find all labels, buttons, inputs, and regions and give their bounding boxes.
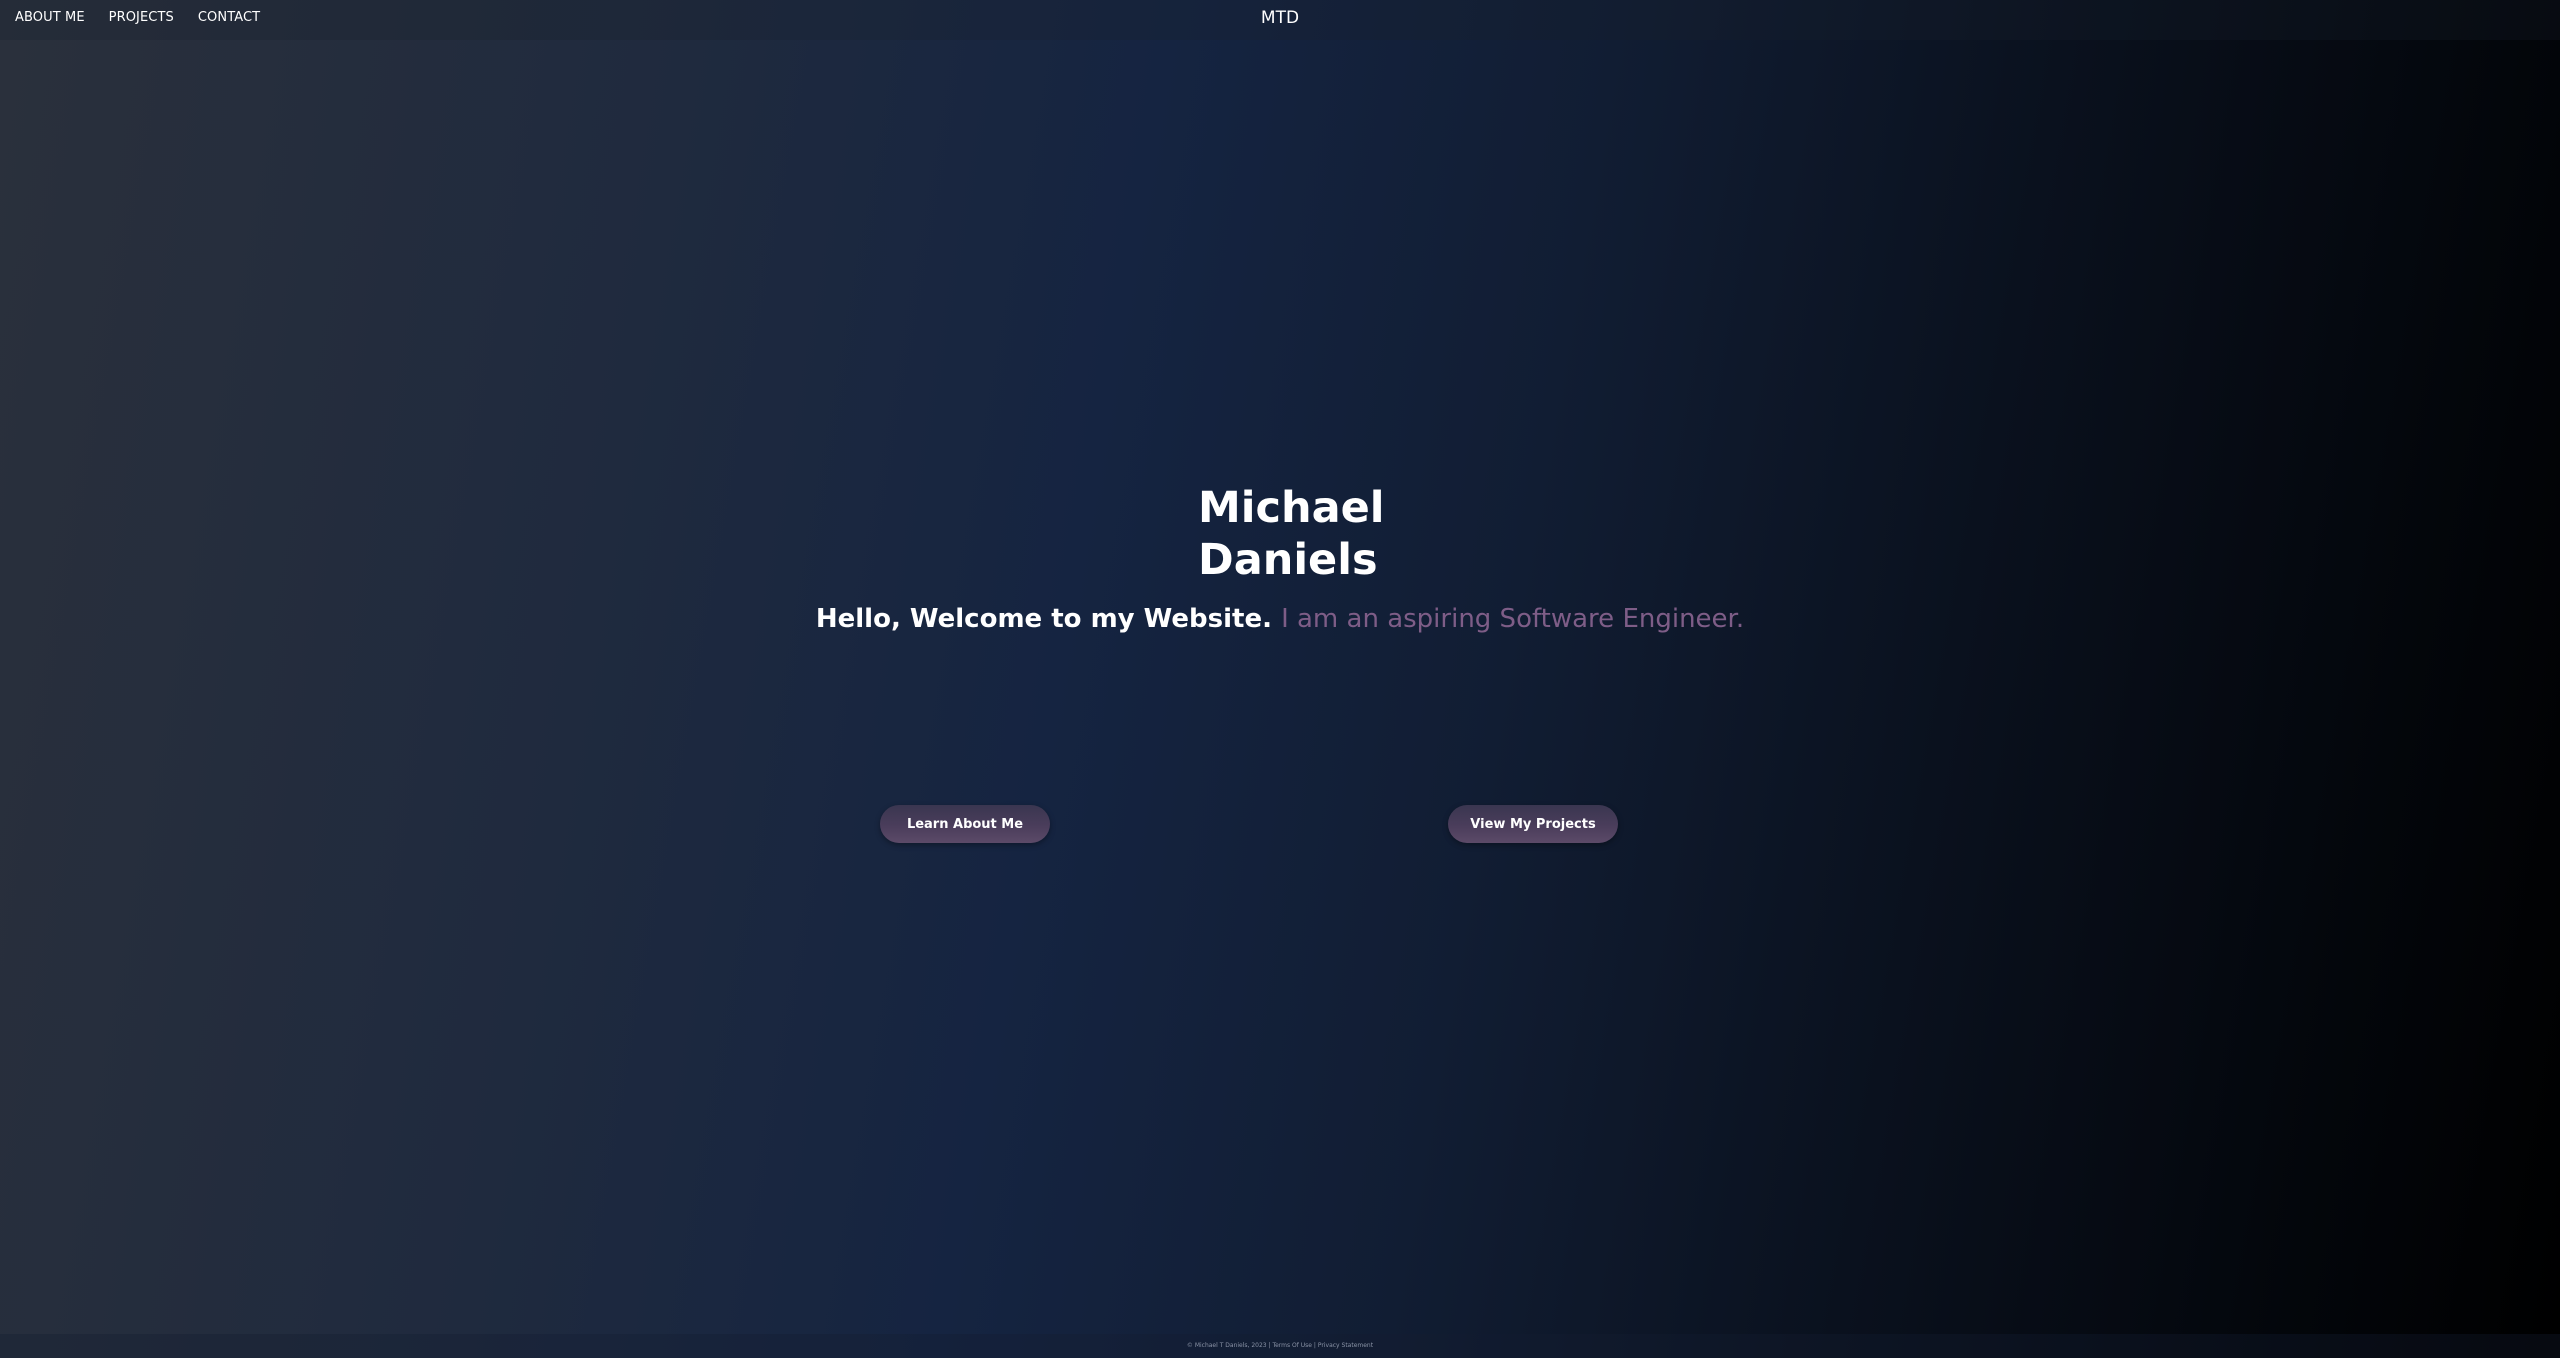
hero-name: Michael Daniels	[1198, 482, 1598, 586]
footer-copyright: © Michael T Daniels, 2023 |	[1186, 1342, 1271, 1349]
brand-container: MTD	[0, 8, 2560, 28]
view-my-projects-button[interactable]: View My Projects	[1448, 805, 1618, 843]
hero-greeting: Hello, Welcome to my Website.	[815, 604, 1272, 634]
footer-terms-link[interactable]: Terms Of Use	[1272, 1342, 1312, 1349]
footer: © Michael T Daniels, 2023 | Terms Of Use…	[0, 1342, 2560, 1349]
hero-role: I am an aspiring Software Engineer.	[1281, 604, 1745, 634]
hero-first-name: Michael	[1198, 483, 1385, 533]
learn-about-me-button[interactable]: Learn About Me	[880, 805, 1050, 843]
brand-logo-text[interactable]: MTD	[1261, 8, 1299, 28]
footer-privacy-link[interactable]: Privacy Statement	[1318, 1342, 1373, 1349]
hero-tagline: Hello, Welcome to my Website. I am an as…	[0, 604, 2560, 634]
footer-separator: |	[1313, 1342, 1316, 1349]
hero-last-name: Daniels	[1198, 535, 1378, 585]
top-navbar: ABOUT ME PROJECTS CONTACT MTD	[0, 0, 2560, 40]
